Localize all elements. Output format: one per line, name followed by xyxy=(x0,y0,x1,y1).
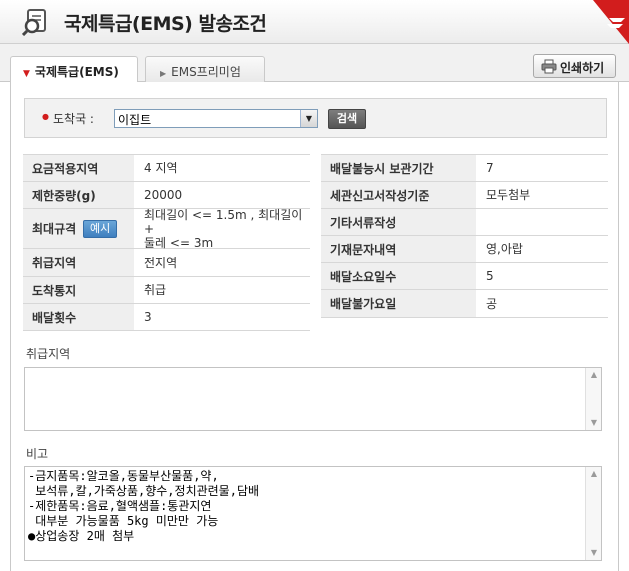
conditions-table-right: 배달불능시 보관기간 7 세관신고서작성기준 모두첨부 기타서류작성 기재문자내… xyxy=(321,154,608,319)
scroll-down-icon[interactable]: ▼ xyxy=(586,546,602,560)
row-label: 최대규격 xyxy=(32,222,77,236)
remarks-line: -금지품목:알코올,동물부산물품,약, xyxy=(28,469,219,483)
table-row: 도착통지 취급 xyxy=(23,277,310,304)
row-value: 모두첨부 xyxy=(486,188,531,202)
tab-label: EMS프리미엄 xyxy=(171,65,241,79)
row-value: 전지역 xyxy=(144,255,178,270)
row-value: 5 xyxy=(486,269,494,283)
chevron-down-icon[interactable]: ▼ xyxy=(300,110,317,127)
table-row: 기타서류작성 xyxy=(321,209,608,236)
triangle-down-icon: ▼ xyxy=(23,69,30,79)
row-label: 기재문자내역 xyxy=(321,236,476,262)
triangle-right-icon: ▶ xyxy=(160,69,167,78)
table-row: 요금적용지역 4 지역 xyxy=(23,155,310,182)
remarks-label: 비고 xyxy=(26,447,49,461)
row-label: 배달불가요일 xyxy=(321,290,476,317)
handling-area-label: 취급지역 xyxy=(26,347,71,361)
print-label: 인쇄하기 xyxy=(560,61,605,75)
table-row: 취급지역 전지역 xyxy=(23,249,310,277)
row-value: 3 xyxy=(144,310,152,324)
row-label: 도착통지 xyxy=(23,277,134,303)
post-logo-icon xyxy=(587,0,629,44)
row-label: 취급지역 xyxy=(23,249,134,276)
row-label: 배달횟수 xyxy=(23,304,134,330)
destination-label: 도착국 : xyxy=(53,112,94,126)
table-row: 배달불가요일 공 xyxy=(321,290,608,318)
row-label: 배달불능시 보관기간 xyxy=(321,155,476,181)
printer-icon xyxy=(541,59,557,74)
row-label: 제한중량(g) xyxy=(23,182,134,208)
row-label: 세관신고서작성기준 xyxy=(321,182,476,208)
row-value: 취급 xyxy=(144,283,167,297)
table-row: 배달횟수 3 xyxy=(23,304,310,331)
value-line: 둘레 <= 3m xyxy=(144,235,214,250)
conditions-table-left: 요금적용지역 4 지역 제한중량(g) 20000 최대규격 예시 최대길이 <… xyxy=(23,154,310,332)
remarks-text: -금지품목:알코올,동물부산물품,약, 보석류,칼,가죽상품,향수,정치관련물,… xyxy=(28,469,583,544)
remarks-textarea[interactable]: -금지품목:알코올,동물부산물품,약, 보석류,칼,가죽상품,향수,정치관련물,… xyxy=(24,466,602,561)
required-bullet-icon: ● xyxy=(42,112,49,121)
row-label-with-button: 최대규격 예시 xyxy=(23,209,134,248)
handling-area-textarea[interactable]: ▲ ▼ xyxy=(24,367,602,431)
page-title: 국제특급(EMS) 발송조건 xyxy=(64,13,267,35)
row-value: 4 지역 xyxy=(144,161,178,175)
table-row: 최대규격 예시 최대길이 <= 1.5m , 최대길이+ 둘레 <= 3m xyxy=(23,207,310,250)
table-row: 배달불능시 보관기간 7 xyxy=(321,155,608,182)
tab-label: 국제특급(EMS) xyxy=(34,65,119,79)
example-button[interactable]: 예시 xyxy=(83,219,118,238)
table-row: 기재문자내역 영,아랍 xyxy=(321,236,608,263)
main-content: ● 도착국 : 이집트 ▼ 검색 요금적용지역 4 지역 제한중량(g) 200… xyxy=(10,82,619,571)
value-line: 최대길이 <= 1.5m , 최대길이+ xyxy=(144,207,303,236)
document-search-icon xyxy=(21,8,52,37)
tab-bar: ▼ 국제특급(EMS) ▶ EMS프리미엄 인쇄하기 xyxy=(0,44,629,83)
tab-ems[interactable]: ▼ 국제특급(EMS) xyxy=(10,56,138,83)
row-value: 20000 xyxy=(144,188,183,202)
remarks-line: ●상업송장 2매 첨부 xyxy=(28,529,135,543)
destination-search-box: ● 도착국 : 이집트 ▼ 검색 xyxy=(24,98,607,138)
row-label: 배달소요일수 xyxy=(321,263,476,289)
table-row: 배달소요일수 5 xyxy=(321,263,608,290)
remarks-line: 대부분 가능물품 5kg 미만만 가능 xyxy=(28,514,219,528)
row-value: 최대길이 <= 1.5m , 최대길이+ 둘레 <= 3m xyxy=(134,207,310,250)
row-value xyxy=(476,209,486,235)
row-value: 공 xyxy=(486,296,498,311)
search-button[interactable]: 검색 xyxy=(328,109,366,129)
row-value: 영,아랍 xyxy=(486,242,523,256)
scroll-up-icon[interactable]: ▲ xyxy=(586,467,602,481)
table-row: 세관신고서작성기준 모두첨부 xyxy=(321,182,608,209)
scroll-up-icon[interactable]: ▲ xyxy=(586,368,602,382)
remarks-line: 보석류,칼,가죽상품,향수,정치관련물,담배 xyxy=(28,484,260,498)
print-button[interactable]: 인쇄하기 xyxy=(533,54,616,78)
row-label: 요금적용지역 xyxy=(23,155,134,181)
scroll-down-icon[interactable]: ▼ xyxy=(586,416,602,430)
destination-select[interactable]: 이집트 ▼ xyxy=(114,109,318,128)
scrollbar[interactable]: ▲ ▼ xyxy=(585,467,601,560)
scrollbar[interactable]: ▲ ▼ xyxy=(585,368,601,430)
row-label: 기타서류작성 xyxy=(321,209,476,235)
selected-country: 이집트 xyxy=(118,113,152,127)
remarks-line: -제한품목:음료,혈액샘플:통관지연 xyxy=(28,499,212,513)
table-row: 제한중량(g) 20000 xyxy=(23,182,310,209)
tab-ems-premium[interactable]: ▶ EMS프리미엄 xyxy=(145,56,265,83)
title-bar: 국제특급(EMS) 발송조건 xyxy=(0,0,629,44)
row-value: 7 xyxy=(486,161,494,175)
